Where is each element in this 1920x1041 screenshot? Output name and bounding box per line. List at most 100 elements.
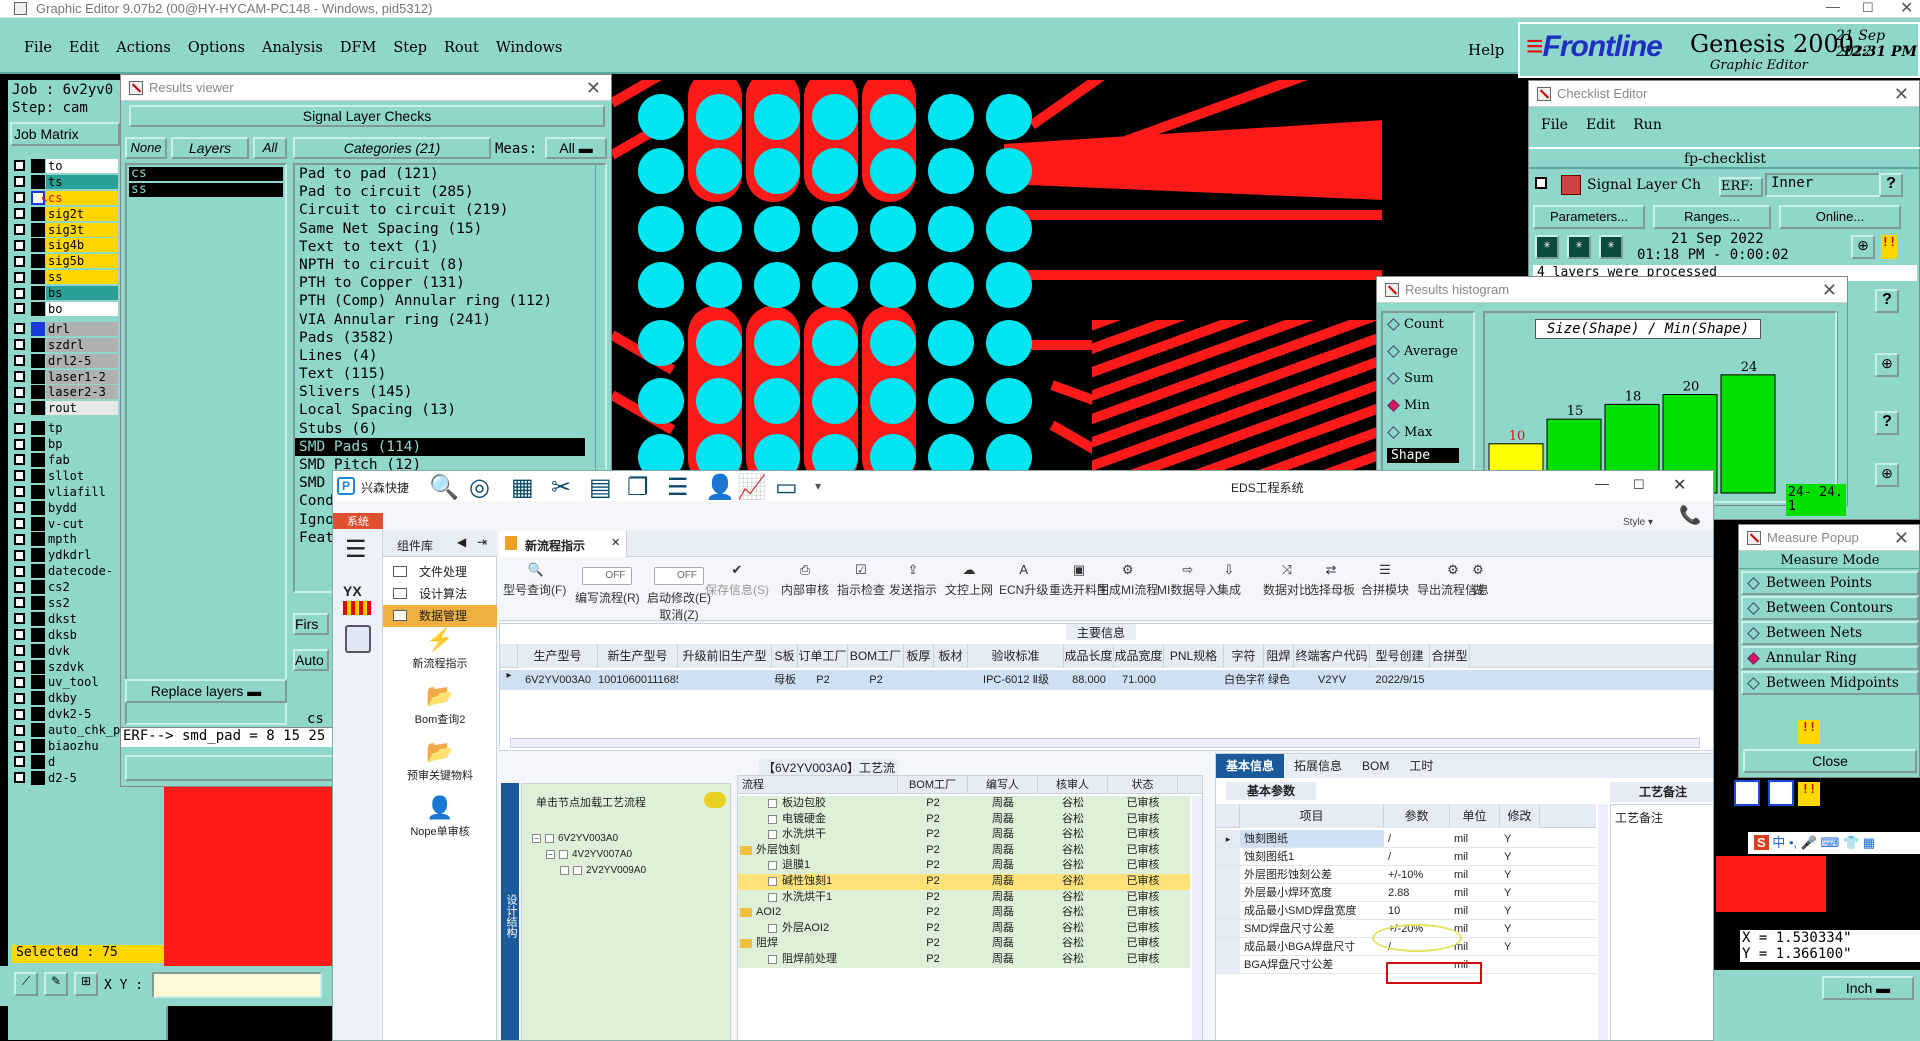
info-tab[interactable]: 工时 <box>1399 754 1443 778</box>
layer-tool-icon[interactable] <box>1768 780 1794 806</box>
flow-vscroll[interactable] <box>1192 796 1202 1040</box>
smd-pad[interactable] <box>928 94 974 140</box>
edit-icon[interactable]: ✎ <box>44 972 68 996</box>
zoom-icon[interactable]: ⊕ <box>1875 463 1899 487</box>
category-item[interactable]: Local Spacing (13) <box>295 401 605 419</box>
param-value[interactable]: 10 <box>1384 902 1450 919</box>
ranges-button[interactable]: Ranges... <box>1653 205 1771 229</box>
smd-pad[interactable] <box>870 320 916 366</box>
help-icon[interactable]: ? <box>1875 411 1899 435</box>
smd-pad[interactable] <box>928 262 974 308</box>
measure-option[interactable]: Between Contours <box>1741 596 1919 620</box>
smd-pad[interactable] <box>870 206 916 252</box>
close-icon[interactable]: ✕ <box>1894 525 1909 551</box>
smd-pad[interactable] <box>812 320 858 366</box>
checklist-menu-file[interactable]: File <box>1541 117 1568 133</box>
category-item[interactable]: Lines (4) <box>295 347 605 365</box>
histogram-option-min[interactable]: Min <box>1383 394 1473 416</box>
layer-checkbox[interactable] <box>14 533 25 545</box>
layer-checkbox[interactable] <box>14 708 25 720</box>
list-icon[interactable]: ☰ <box>667 473 689 502</box>
side-menu-item[interactable]: 数据管理 <box>383 605 497 627</box>
smd-pad[interactable] <box>928 434 974 470</box>
column-header[interactable]: 成品长度 <box>1064 644 1114 668</box>
side-tool-item[interactable]: 📂 预审关键物料 <box>383 739 497 795</box>
checklist-menu-edit[interactable]: Edit <box>1586 117 1615 133</box>
zoom-icon[interactable]: ⊕ <box>1851 235 1875 259</box>
auto-button[interactable]: Auto <box>293 649 329 671</box>
smd-pad[interactable] <box>986 434 1032 470</box>
category-item[interactable]: NPTH to circuit (8) <box>295 256 605 274</box>
smd-pad[interactable] <box>986 378 1032 424</box>
smd-pad[interactable] <box>812 148 858 194</box>
menu-actions[interactable]: Actions <box>116 40 171 56</box>
toolbar-item[interactable]: OFF 编写流程(R) <box>575 563 640 606</box>
flow-row[interactable]: 水洗烘干 P2 周磊 谷松 已审核 <box>738 827 1190 843</box>
flow-row[interactable]: 外层蚀刻 P2 周磊 谷松 已审核 <box>738 842 1190 859</box>
layer-checkbox[interactable] <box>14 239 25 251</box>
smd-pad[interactable] <box>986 94 1032 140</box>
close-icon[interactable]: ✕ <box>1673 475 1686 495</box>
toolbar-item[interactable]: ✔ 保存信息(S) <box>705 563 769 598</box>
first-button[interactable]: Firs <box>293 613 329 635</box>
param-row[interactable]: 蚀刻图纸1/ mil Y <box>1216 848 1596 866</box>
side-tool-item[interactable]: ⚡ 新流程指示 <box>383 627 497 683</box>
menu-dfm[interactable]: DFM <box>340 40 377 56</box>
more-icon[interactable]: ▾ <box>815 479 821 493</box>
toolbar-item[interactable]: ⚙ 做 <box>1471 563 1485 598</box>
phone-icon[interactable]: 📞 <box>1679 505 1701 526</box>
toolbar-item[interactable]: ⎙ 内部审核 <box>781 563 829 598</box>
param-value[interactable]: / <box>1384 848 1450 865</box>
erf-value[interactable]: Inner <box>1765 173 1885 197</box>
column-header[interactable]: 订单工厂 <box>798 644 848 668</box>
smd-pad[interactable] <box>638 434 684 470</box>
run-all-icon[interactable]: ✳ <box>1567 235 1591 259</box>
menu-windows[interactable]: Windows <box>496 40 563 56</box>
measure-option[interactable]: Between Midpoints <box>1741 671 1919 695</box>
action-name[interactable]: Signal Layer Ch <box>1587 177 1701 193</box>
param-column-header[interactable]: 参数 <box>1384 804 1450 828</box>
histogram-option-max[interactable]: Max <box>1383 421 1473 443</box>
parameters-button[interactable]: Parameters... <box>1533 205 1645 229</box>
smd-pad[interactable] <box>696 378 742 424</box>
grid-cell[interactable]: 白色字符 <box>1224 670 1264 690</box>
monitor-icon[interactable]: ▭ <box>775 473 798 502</box>
collapse-icon[interactable]: ◀ <box>457 535 466 549</box>
column-header[interactable]: 终端客户代码 <box>1294 644 1370 668</box>
category-item[interactable]: Circuit to circuit (219) <box>295 201 605 219</box>
pcb-canvas[interactable] <box>612 80 1382 470</box>
result-layer-item[interactable]: cs <box>129 167 283 181</box>
smd-pad[interactable] <box>696 320 742 366</box>
layer-checkbox[interactable] <box>14 661 25 673</box>
param-column-header[interactable]: 修改 <box>1500 804 1540 828</box>
grid-cell[interactable]: V2YV <box>1294 670 1370 690</box>
menu-help[interactable]: Help <box>1468 41 1504 59</box>
param-value[interactable]: +/-10% <box>1384 866 1450 883</box>
histogram-option-sum[interactable]: Sum <box>1383 367 1473 389</box>
off-toggle[interactable]: OFF <box>654 567 704 585</box>
layer-checkbox[interactable] <box>14 549 25 561</box>
histogram-option-average[interactable]: Average <box>1383 340 1473 362</box>
smd-pad[interactable] <box>638 94 684 140</box>
measure-option[interactable]: Between Points <box>1741 571 1919 595</box>
layer-checkbox[interactable] <box>14 645 25 657</box>
smd-pad[interactable] <box>928 148 974 194</box>
toolbar-item[interactable]: ⤨ 数据对比 <box>1263 563 1311 598</box>
smd-pad[interactable] <box>638 262 684 308</box>
column-header[interactable]: BOM工厂 <box>848 644 904 668</box>
smd-pad[interactable] <box>754 148 800 194</box>
column-header[interactable]: 新生产型号 <box>598 644 678 668</box>
close-icon[interactable]: ✕ <box>611 536 620 549</box>
toolbar-item[interactable]: ☑ 指示检查 <box>837 563 885 598</box>
structure-vertical-tab[interactable]: 设计结构 <box>501 783 519 1040</box>
category-item[interactable]: Text to text (1) <box>295 238 605 256</box>
toolbar-item[interactable]: ☁ 文控上网 <box>945 563 993 598</box>
layer-checkbox[interactable] <box>14 255 25 267</box>
layer-checkbox[interactable] <box>14 454 25 466</box>
online-button[interactable]: Online... <box>1779 205 1901 229</box>
layer-checkbox[interactable] <box>14 402 25 414</box>
ime-mode[interactable]: 中 <box>1772 835 1785 850</box>
grid-cell[interactable]: 2022/9/15 <box>1370 670 1430 690</box>
smd-pad[interactable] <box>870 262 916 308</box>
layer-checkbox[interactable] <box>14 470 25 482</box>
